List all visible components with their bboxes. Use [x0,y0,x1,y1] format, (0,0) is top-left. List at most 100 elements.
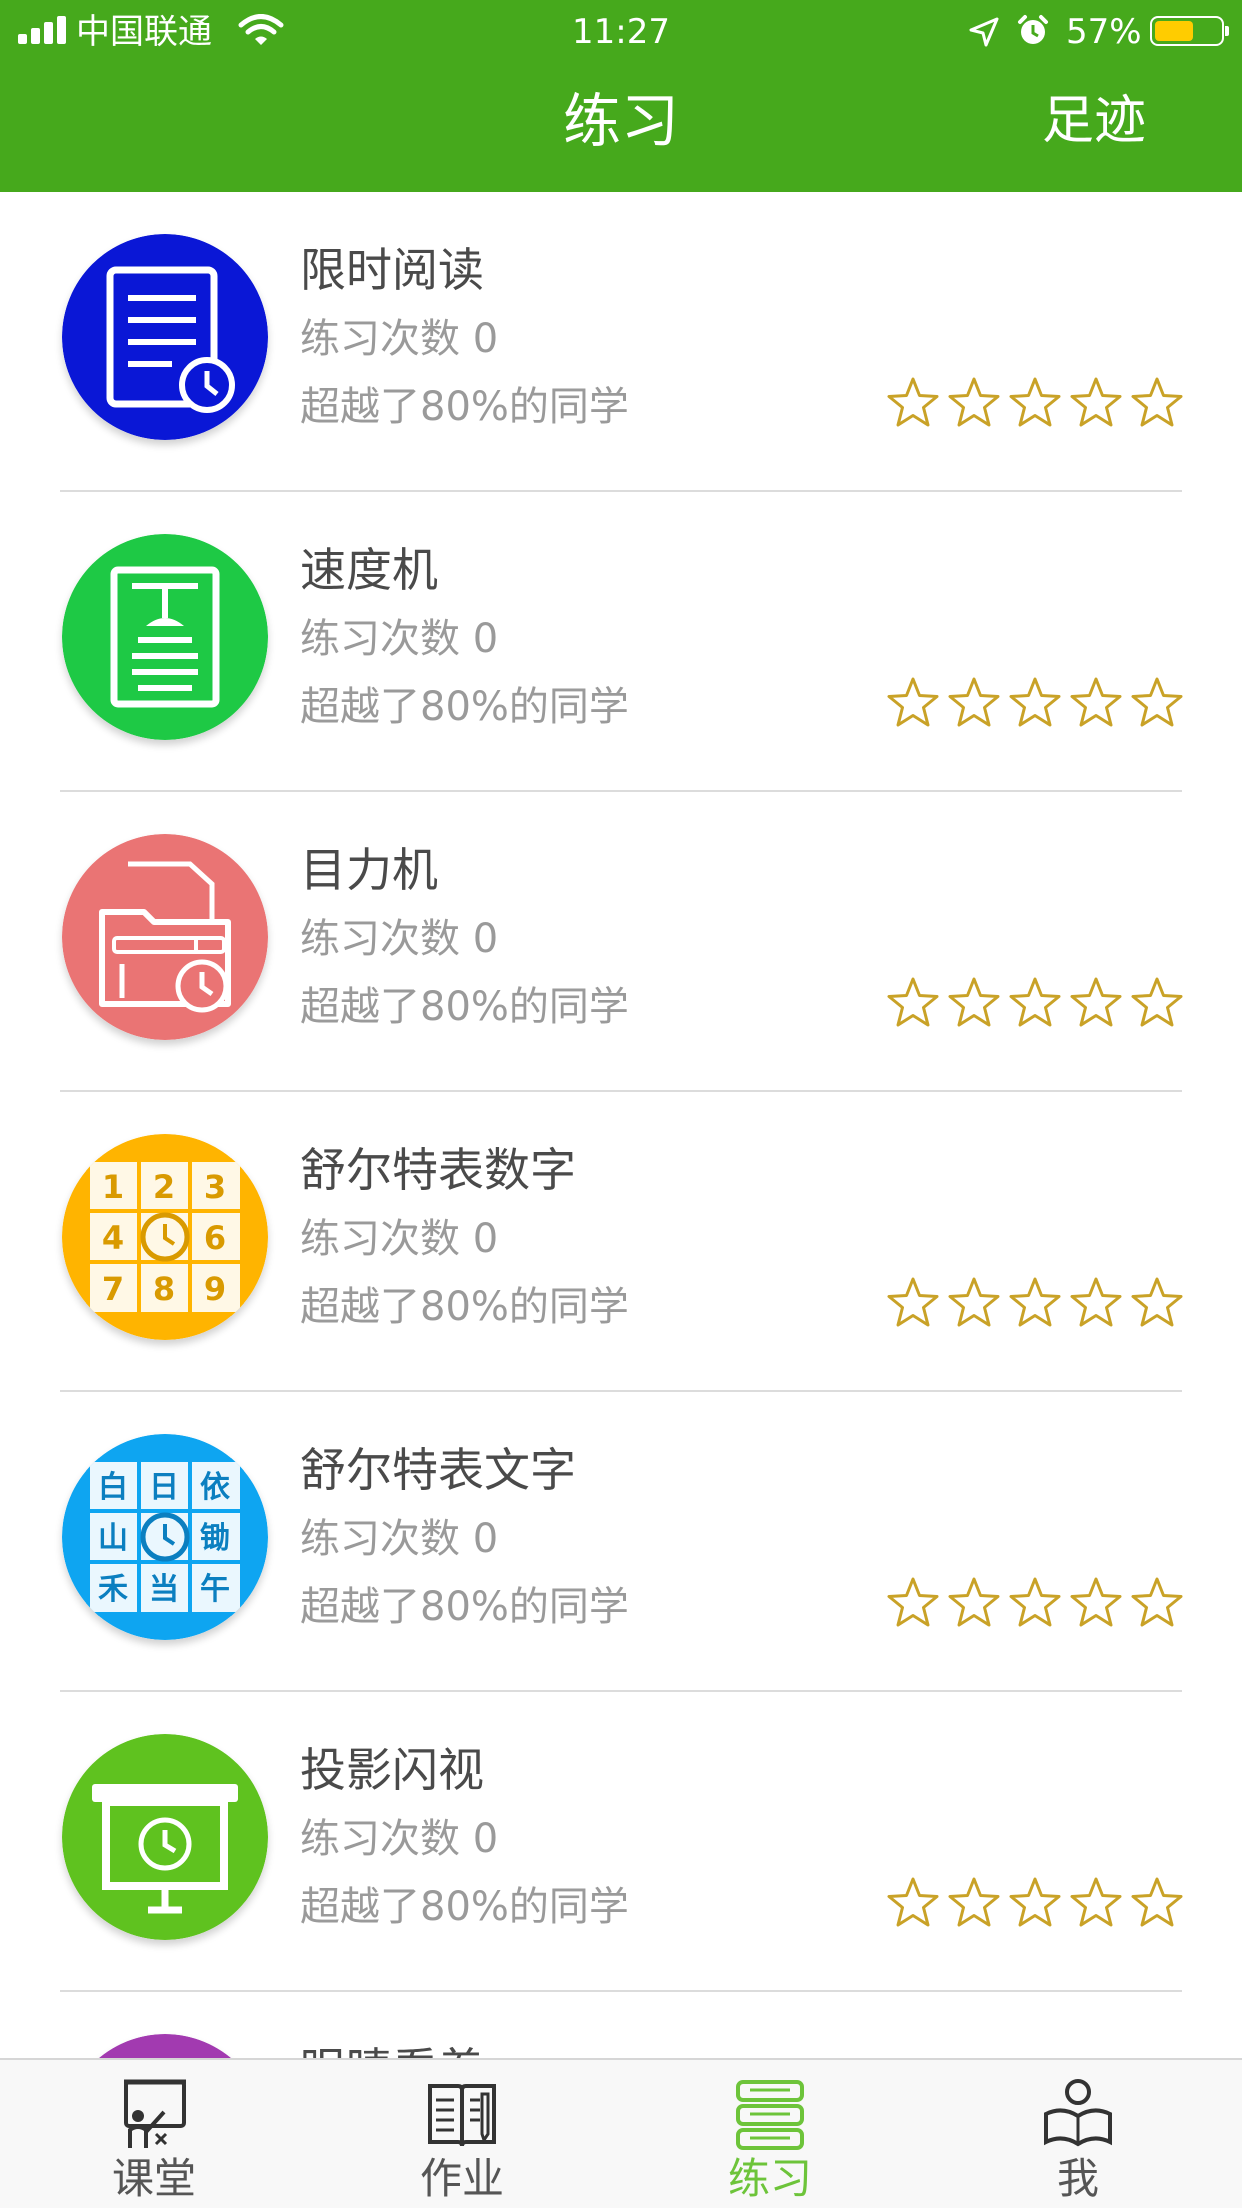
timed-reading-document-icon [62,234,268,440]
grid-cell: 日 [149,1470,179,1505]
grid-cell: 1 [102,1168,124,1206]
star-empty-icon [948,977,1000,1027]
purple-exercise-icon [62,2034,268,2058]
practice-books-stack-icon [736,2080,804,2150]
exercise-count: 练习次数 0 [300,1216,499,1262]
tab-homework[interactable]: 作业 [362,2060,562,2208]
star-empty-icon [1009,1577,1061,1627]
star-empty-icon [887,1877,939,1927]
star-empty-icon [1009,1277,1061,1327]
exercise-name: 舒尔特表文字 [300,1443,576,1497]
grid-cell: 7 [102,1270,124,1308]
status-bar: 中国联通 11:27 57% [0,0,1242,62]
star-rating [886,376,1186,432]
star-empty-icon [1009,377,1061,427]
star-rating [886,976,1186,1032]
grid-cell: 9 [204,1270,226,1308]
grid-cell: 3 [204,1168,226,1206]
footprint-button[interactable]: 足迹 [1042,88,1146,154]
exercise-name: 目力机 [300,843,438,897]
profile-reading-person-icon [1044,2079,1112,2147]
grid-cell: 白 [98,1470,128,1505]
classroom-teacher-board-icon [124,2079,186,2148]
exercise-list[interactable]: 限时阅读 练习次数 0 超越了80%的同学 速度机 练习次数 0 超越了80%的… [0,192,1242,2058]
exercise-item-schulte-characters[interactable]: 白 日 依 山 锄 禾 当 午 舒尔特表文字 练习次数 0 超越了80%的同学 [0,1392,1242,1692]
star-empty-icon [887,677,939,727]
star-empty-icon [1070,1877,1122,1927]
star-empty-icon [887,1277,939,1327]
star-empty-icon [1009,1877,1061,1927]
bottom-tab-bar: 课堂 作业 练习 我 [0,2058,1242,2208]
location-arrow-icon [969,17,999,47]
exercise-beat-percent: 超越了80%的同学 [300,1284,629,1330]
projection-screen-clock-icon [62,1734,268,1940]
exercise-item-timed-reading[interactable]: 限时阅读 练习次数 0 超越了80%的同学 [0,192,1242,492]
grid-cell: 禾 [98,1572,128,1607]
star-empty-icon [948,677,1000,727]
star-empty-icon [887,1577,939,1627]
exercise-beat-percent: 超越了80%的同学 [300,384,629,430]
star-empty-icon [1131,1877,1183,1927]
star-empty-icon [948,1277,1000,1327]
exercise-count: 练习次数 0 [300,916,499,962]
homework-book-pen-icon [428,2084,496,2147]
grid-cell: 当 [149,1572,179,1607]
schulte-grid-numbers-icon: 1 2 3 4 6 7 8 9 [62,1134,268,1340]
star-rating [886,1576,1186,1632]
app-header: 中国联通 11:27 57% 练习 足迹 [0,0,1242,192]
tab-classroom[interactable]: 课堂 [54,2060,254,2208]
star-empty-icon [948,377,1000,427]
grid-cell: 8 [153,1270,175,1308]
exercise-name: 眼睛看着 [300,2042,484,2058]
star-empty-icon [1131,677,1183,727]
exercise-item-projection-flash[interactable]: 投影闪视 练习次数 0 超越了80%的同学 [0,1692,1242,1992]
schulte-grid-characters-icon: 白 日 依 山 锄 禾 当 午 [62,1434,268,1640]
tab-label: 作业 [419,2154,504,2203]
grid-cell: 4 [102,1219,124,1257]
exercise-count: 练习次数 0 [300,1816,499,1862]
alarm-clock-icon [1018,15,1048,44]
star-rating [886,1876,1186,1932]
star-empty-icon [1131,977,1183,1027]
star-empty-icon [887,977,939,1027]
exercise-item-schulte-numbers[interactable]: 1 2 3 4 6 7 8 9 舒尔特表数字 练习次数 0 超越了80%的同学 [0,1092,1242,1392]
grid-cell: 锄 [200,1521,230,1556]
star-empty-icon [1131,1277,1183,1327]
star-empty-icon [1070,977,1122,1027]
star-empty-icon [1131,1577,1183,1627]
star-rating [886,676,1186,732]
star-empty-icon [948,1577,1000,1627]
star-empty-icon [1070,677,1122,727]
status-time: 11:27 [572,12,670,52]
exercise-name: 舒尔特表数字 [300,1143,576,1197]
star-empty-icon [948,1877,1000,1927]
exercise-item-eyesight-machine[interactable]: 目力机 练习次数 0 超越了80%的同学 [0,792,1242,1092]
tab-label: 课堂 [111,2154,196,2203]
tab-me[interactable]: 我 [978,2060,1178,2208]
star-rating [886,1276,1186,1332]
exercise-item-partial[interactable]: 眼睛看着 [0,1992,1242,2058]
star-empty-icon [887,377,939,427]
exercise-beat-percent: 超越了80%的同学 [300,1584,629,1630]
star-empty-icon [1070,1577,1122,1627]
grid-cell: 依 [200,1470,231,1505]
battery-percentage: 57% [1066,12,1142,52]
exercise-count: 练习次数 0 [300,316,499,362]
star-empty-icon [1070,377,1122,427]
tab-practice[interactable]: 练习 [670,2060,870,2208]
battery-icon [1150,16,1229,46]
grid-cell: 山 [98,1521,128,1556]
star-empty-icon [1009,977,1061,1027]
grid-cell: 午 [200,1572,230,1607]
star-empty-icon [1131,377,1183,427]
exercise-item-speed-machine[interactable]: 速度机 练习次数 0 超越了80%的同学 [0,492,1242,792]
exercise-name: 限时阅读 [300,243,484,297]
exercise-count: 练习次数 0 [300,616,499,662]
exercise-beat-percent: 超越了80%的同学 [300,1884,629,1930]
eyesight-machine-folder-icon [62,834,268,1040]
exercise-name: 速度机 [300,543,438,597]
exercise-count: 练习次数 0 [300,1516,499,1562]
tab-label: 我 [1056,2154,1099,2203]
speed-machine-icon [62,534,268,740]
tab-label: 练习 [727,2154,812,2203]
